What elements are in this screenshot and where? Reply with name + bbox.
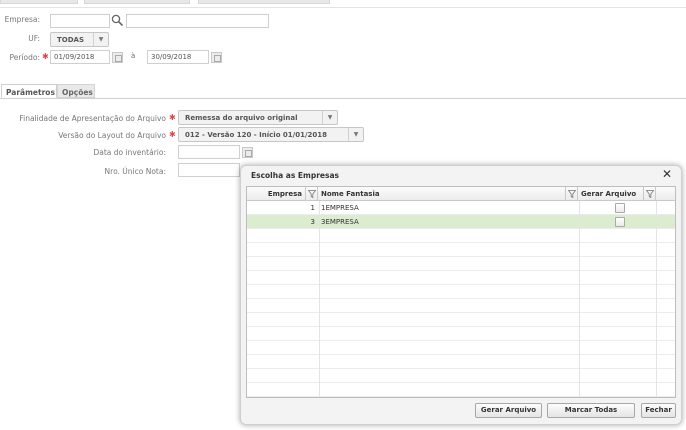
empty-row — [247, 369, 675, 383]
cell-nome-fantasia: 1EMPRESA — [321, 204, 359, 212]
tab-bar: Parâmetros Opções — [0, 84, 686, 99]
nro-unico-label: Nro. Único Nota: — [104, 167, 166, 176]
marcar-todas-button[interactable]: Marcar Todas — [547, 403, 635, 418]
table-row[interactable]: 1 1EMPRESA — [247, 201, 675, 215]
periodo-start-input[interactable]: 01/09/2018 — [50, 50, 110, 64]
empty-row — [247, 243, 675, 257]
required-marker: ✱ — [42, 52, 49, 61]
gerar-arquivo-checkbox[interactable] — [615, 217, 625, 227]
cell-empresa: 1 — [310, 204, 315, 212]
empty-row — [247, 341, 675, 355]
column-header-spacer — [656, 187, 675, 201]
tab-opcoes[interactable]: Opções — [57, 84, 95, 98]
required-marker: ✱ — [169, 130, 176, 139]
chevron-down-icon: ▼ — [322, 111, 337, 124]
empty-row — [247, 271, 675, 285]
header-divider — [0, 7, 686, 8]
filter-icon[interactable] — [566, 187, 578, 201]
toolbar-segment — [0, 0, 78, 4]
dialog-title: Escolha as Empresas — [251, 171, 339, 180]
column-header-nome-fantasia[interactable]: Nome Fantasia — [318, 187, 566, 201]
tab-parametros[interactable]: Parâmetros — [1, 84, 57, 98]
search-icon[interactable] — [111, 14, 124, 27]
cell-empresa: 3 — [310, 218, 315, 226]
column-header-gerar-arquivo[interactable]: Gerar Arquivo — [578, 187, 644, 201]
top-toolbar-strip — [0, 0, 686, 5]
cell-nome-fantasia: 3EMPRESA — [321, 218, 359, 226]
nro-unico-input[interactable] — [178, 163, 240, 177]
fechar-button[interactable]: Fechar — [641, 403, 676, 418]
chevron-down-icon: ▼ — [93, 33, 108, 46]
empresa-name-input[interactable] — [126, 14, 269, 28]
calendar-icon[interactable] — [242, 147, 253, 158]
filter-icon[interactable] — [306, 187, 318, 201]
empresa-code-input[interactable] — [50, 14, 110, 28]
column-header-empresa[interactable]: Empresa — [247, 187, 306, 201]
close-icon[interactable]: ✕ — [662, 167, 672, 181]
empty-row — [247, 229, 675, 243]
table-row[interactable]: 3 3EMPRESA — [247, 215, 675, 229]
data-inventario-input[interactable] — [178, 145, 240, 159]
periodo-label: Período: — [9, 53, 40, 62]
finalidade-label: Finalidade de Apresentação do Arquivo — [19, 114, 166, 123]
periodo-end-input[interactable]: 30/09/2018 — [147, 50, 209, 64]
empty-row — [247, 355, 675, 369]
empty-row — [247, 327, 675, 341]
empresas-grid: Empresa Nome Fantasia Gerar Arquivo 1 1E… — [246, 186, 676, 398]
column-divider — [579, 201, 580, 397]
periodo-separator: à — [131, 52, 136, 60]
versao-select-value: 012 - Versão 120 - Início 01/01/2018 — [185, 131, 328, 139]
column-divider — [656, 201, 657, 397]
toolbar-segment — [198, 0, 330, 4]
escolha-empresas-dialog: Escolha as Empresas ✕ Empresa Nome Fanta… — [240, 165, 682, 425]
required-marker: ✱ — [169, 113, 176, 122]
filter-icon[interactable] — [644, 187, 656, 201]
gerar-arquivo-button[interactable]: Gerar Arquivo — [475, 403, 542, 418]
uf-label: UF: — [28, 34, 40, 43]
empty-row — [247, 313, 675, 327]
finalidade-select-value: Remessa do arquivo original — [185, 114, 298, 122]
toolbar-segment — [84, 0, 190, 4]
uf-select-value: TODAS — [57, 36, 84, 44]
versao-label: Versão do Layout do Arquivo — [58, 131, 166, 140]
empty-row — [247, 285, 675, 299]
column-divider — [319, 201, 320, 397]
uf-select[interactable]: TODAS ▼ — [50, 32, 109, 47]
gerar-arquivo-checkbox[interactable] — [615, 203, 625, 213]
versao-select[interactable]: 012 - Versão 120 - Início 01/01/2018 ▼ — [178, 127, 364, 142]
empresa-label: Empresa: — [4, 15, 40, 24]
chevron-down-icon: ▼ — [348, 128, 363, 141]
finalidade-select[interactable]: Remessa do arquivo original ▼ — [178, 110, 338, 125]
empty-row — [247, 299, 675, 313]
data-inventario-label: Data do inventário: — [93, 148, 167, 157]
empty-row — [247, 383, 675, 397]
calendar-icon[interactable] — [211, 52, 222, 63]
calendar-icon[interactable] — [112, 52, 123, 63]
empty-row — [247, 257, 675, 271]
